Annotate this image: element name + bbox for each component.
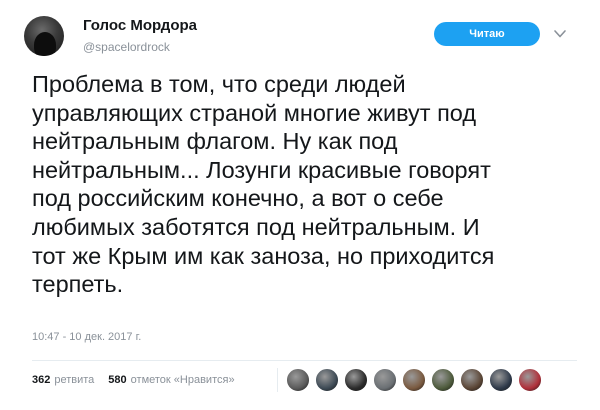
tweet-card: Голос Мордора @spacelordrock Читаю Пробл… [0, 0, 600, 410]
retweets-stat[interactable]: 362 ретвита [32, 374, 94, 386]
liker-avatar[interactable] [431, 368, 455, 392]
tweet-text: Проблема в том, что среди людей управляю… [32, 71, 495, 298]
likes-stat[interactable]: 580 отметок «Нравится» [108, 374, 234, 386]
liker-avatar[interactable] [315, 368, 339, 392]
liker-avatar[interactable] [373, 368, 397, 392]
retweets-count: 362 [32, 374, 51, 386]
display-name[interactable]: Голос Мордора [83, 17, 197, 34]
likes-label: отметок «Нравится» [130, 374, 235, 386]
liker-avatar[interactable] [286, 368, 310, 392]
tweet-timestamp[interactable]: 10:47 - 10 дек. 2017 г. [32, 331, 141, 343]
liker-avatars [286, 368, 547, 392]
tweet-stats: 362 ретвита 580 отметок «Нравится» [32, 370, 249, 390]
liker-avatar[interactable] [489, 368, 513, 392]
avatar[interactable] [24, 16, 64, 56]
liker-avatar[interactable] [402, 368, 426, 392]
stats-divider [277, 368, 278, 392]
liker-avatar[interactable] [518, 368, 542, 392]
user-handle[interactable]: @spacelordrock [83, 40, 170, 54]
following-button[interactable]: Читаю [434, 22, 540, 46]
chevron-down-icon[interactable] [553, 27, 567, 41]
likes-count: 580 [108, 374, 127, 386]
retweets-label: ретвита [54, 374, 95, 386]
divider [32, 360, 577, 361]
liker-avatar[interactable] [344, 368, 368, 392]
liker-avatar[interactable] [460, 368, 484, 392]
